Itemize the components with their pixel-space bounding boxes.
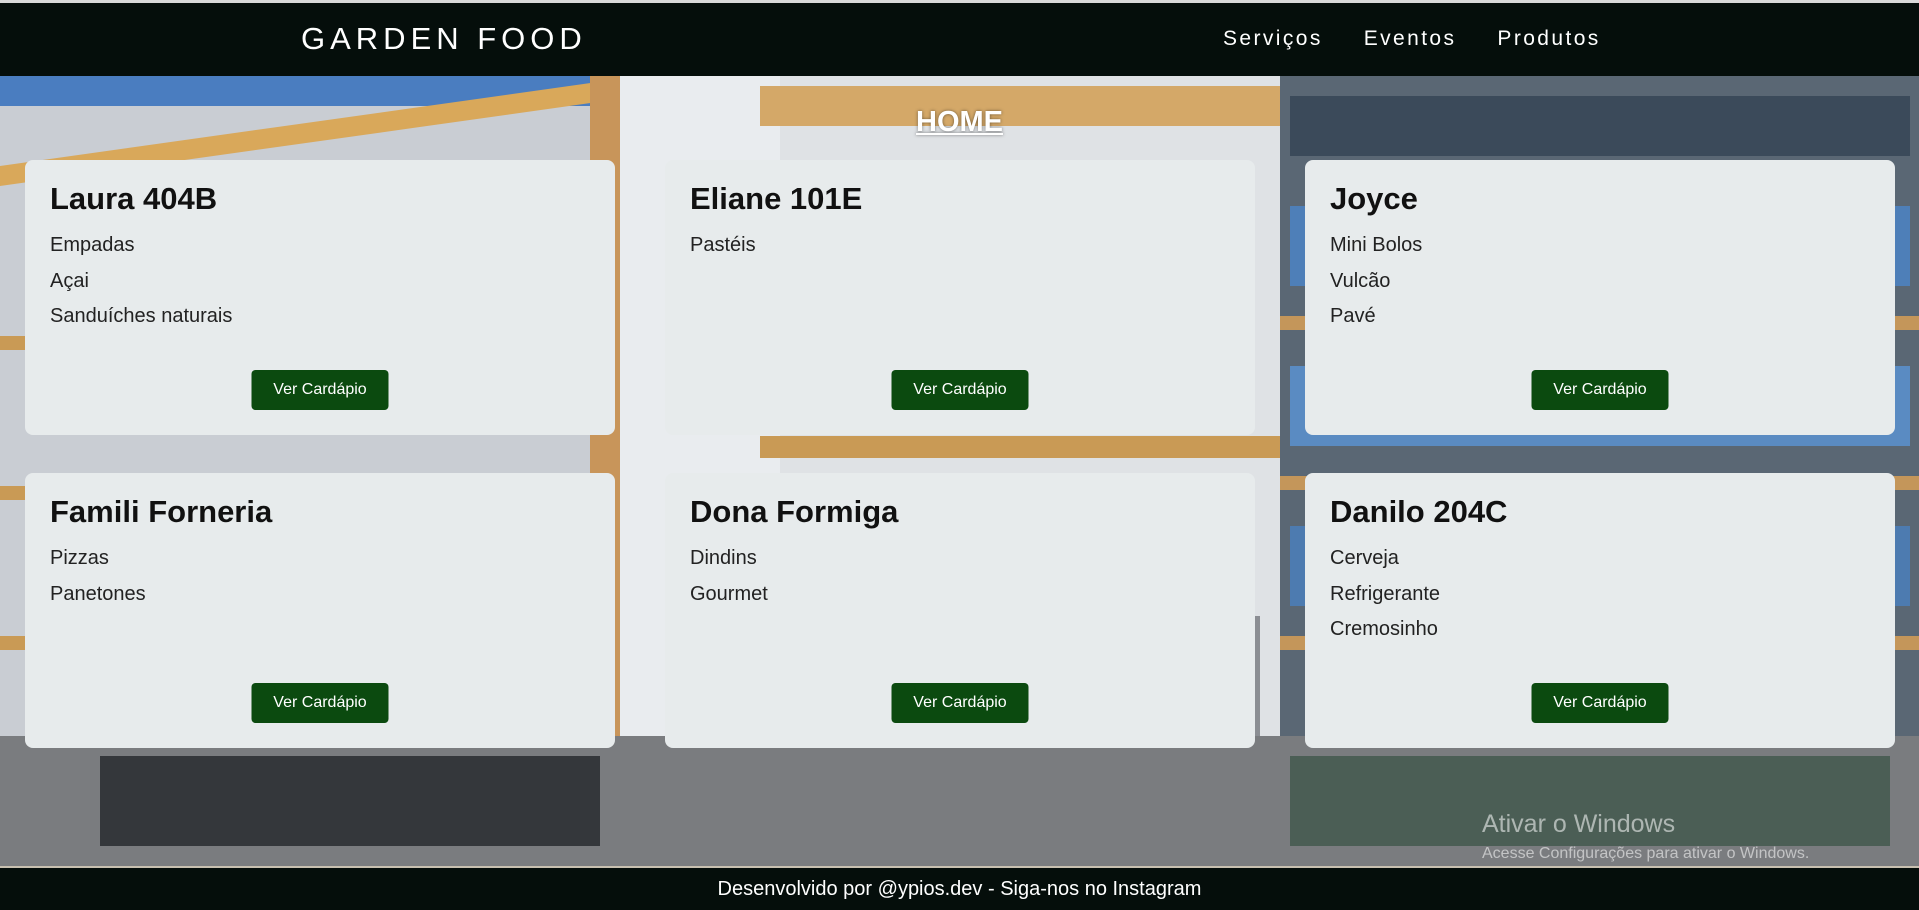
vendor-card: Dona Formiga Dindins Gourmet Ver Cardápi…: [665, 473, 1255, 748]
menu-item: Vulcão: [1330, 269, 1391, 292]
watermark-title: Ativar o Windows: [1482, 810, 1676, 838]
menu-item: Empadas: [50, 234, 135, 257]
main-nav: Serviços Eventos Produtos: [1223, 27, 1601, 51]
menu-item: Pastéis: [690, 234, 756, 257]
menu-list: Pizzas Panetones: [50, 541, 590, 612]
vendor-card: Danilo 204C Cerveja Refrigerante Cremosi…: [1305, 473, 1895, 748]
menu-list: Cerveja Refrigerante Cremosinho: [1330, 541, 1870, 648]
nav-link-produtos[interactable]: Produtos: [1497, 27, 1600, 51]
top-navbar: GARDEN FOOD Serviços Eventos Produtos: [0, 0, 1919, 76]
menu-item: Açai: [50, 269, 89, 292]
view-menu-button[interactable]: Ver Cardápio: [251, 683, 389, 723]
menu-list: Pastéis: [690, 228, 1230, 264]
menu-item: Refrigerante: [1330, 582, 1441, 605]
view-menu-button[interactable]: Ver Cardápio: [1531, 370, 1669, 410]
menu-list: Mini Bolos Vulcão Pavé: [1330, 228, 1870, 335]
menu-item: Sanduíches naturais: [50, 305, 233, 328]
vendor-card: Famili Forneria Pizzas Panetones Ver Car…: [25, 473, 615, 748]
windows-activation-watermark: Ativar o Windows Acesse Configurações pa…: [1482, 810, 1809, 863]
menu-item: Gourmet: [690, 582, 768, 605]
menu-item: Mini Bolos: [1330, 234, 1423, 257]
footer: Desenvolvido por @ypios.dev - Siga-nos n…: [0, 866, 1919, 910]
vendor-name: Famili Forneria: [50, 494, 273, 529]
view-menu-button[interactable]: Ver Cardápio: [1531, 683, 1669, 723]
brand-logo[interactable]: GARDEN FOOD: [301, 21, 587, 57]
nav-link-servicos[interactable]: Serviços: [1223, 27, 1323, 51]
view-menu-button[interactable]: Ver Cardápio: [251, 370, 389, 410]
menu-item: Dindins: [690, 547, 757, 570]
page-title[interactable]: HOME: [0, 106, 1919, 139]
menu-item: Panetones: [50, 582, 146, 605]
vendor-name: Joyce: [1330, 181, 1418, 216]
menu-item: Pizzas: [50, 547, 109, 570]
vendor-name: Eliane 101E: [690, 181, 863, 216]
vendor-card: Joyce Mini Bolos Vulcão Pavé Ver Cardápi…: [1305, 160, 1895, 435]
vendor-name: Dona Formiga: [690, 494, 899, 529]
menu-item: Cerveja: [1330, 547, 1399, 570]
vendor-card: Eliane 101E Pastéis Ver Cardápio: [665, 160, 1255, 435]
vendor-name: Laura 404B: [50, 181, 218, 216]
view-menu-button[interactable]: Ver Cardápio: [891, 683, 1029, 723]
view-menu-button[interactable]: Ver Cardápio: [891, 370, 1029, 410]
watermark-subtitle: Acesse Configurações para ativar o Windo…: [1482, 845, 1810, 862]
menu-item: Pavé: [1330, 305, 1376, 328]
vendor-name: Danilo 204C: [1330, 494, 1508, 529]
menu-list: Empadas Açai Sanduíches naturais: [50, 228, 590, 335]
vendor-card: Laura 404B Empadas Açai Sanduíches natur…: [25, 160, 615, 435]
nav-link-eventos[interactable]: Eventos: [1364, 27, 1457, 51]
menu-item: Cremosinho: [1330, 618, 1438, 641]
menu-list: Dindins Gourmet: [690, 541, 1230, 612]
footer-credit[interactable]: Desenvolvido por @ypios.dev - Siga-nos n…: [718, 878, 1202, 900]
